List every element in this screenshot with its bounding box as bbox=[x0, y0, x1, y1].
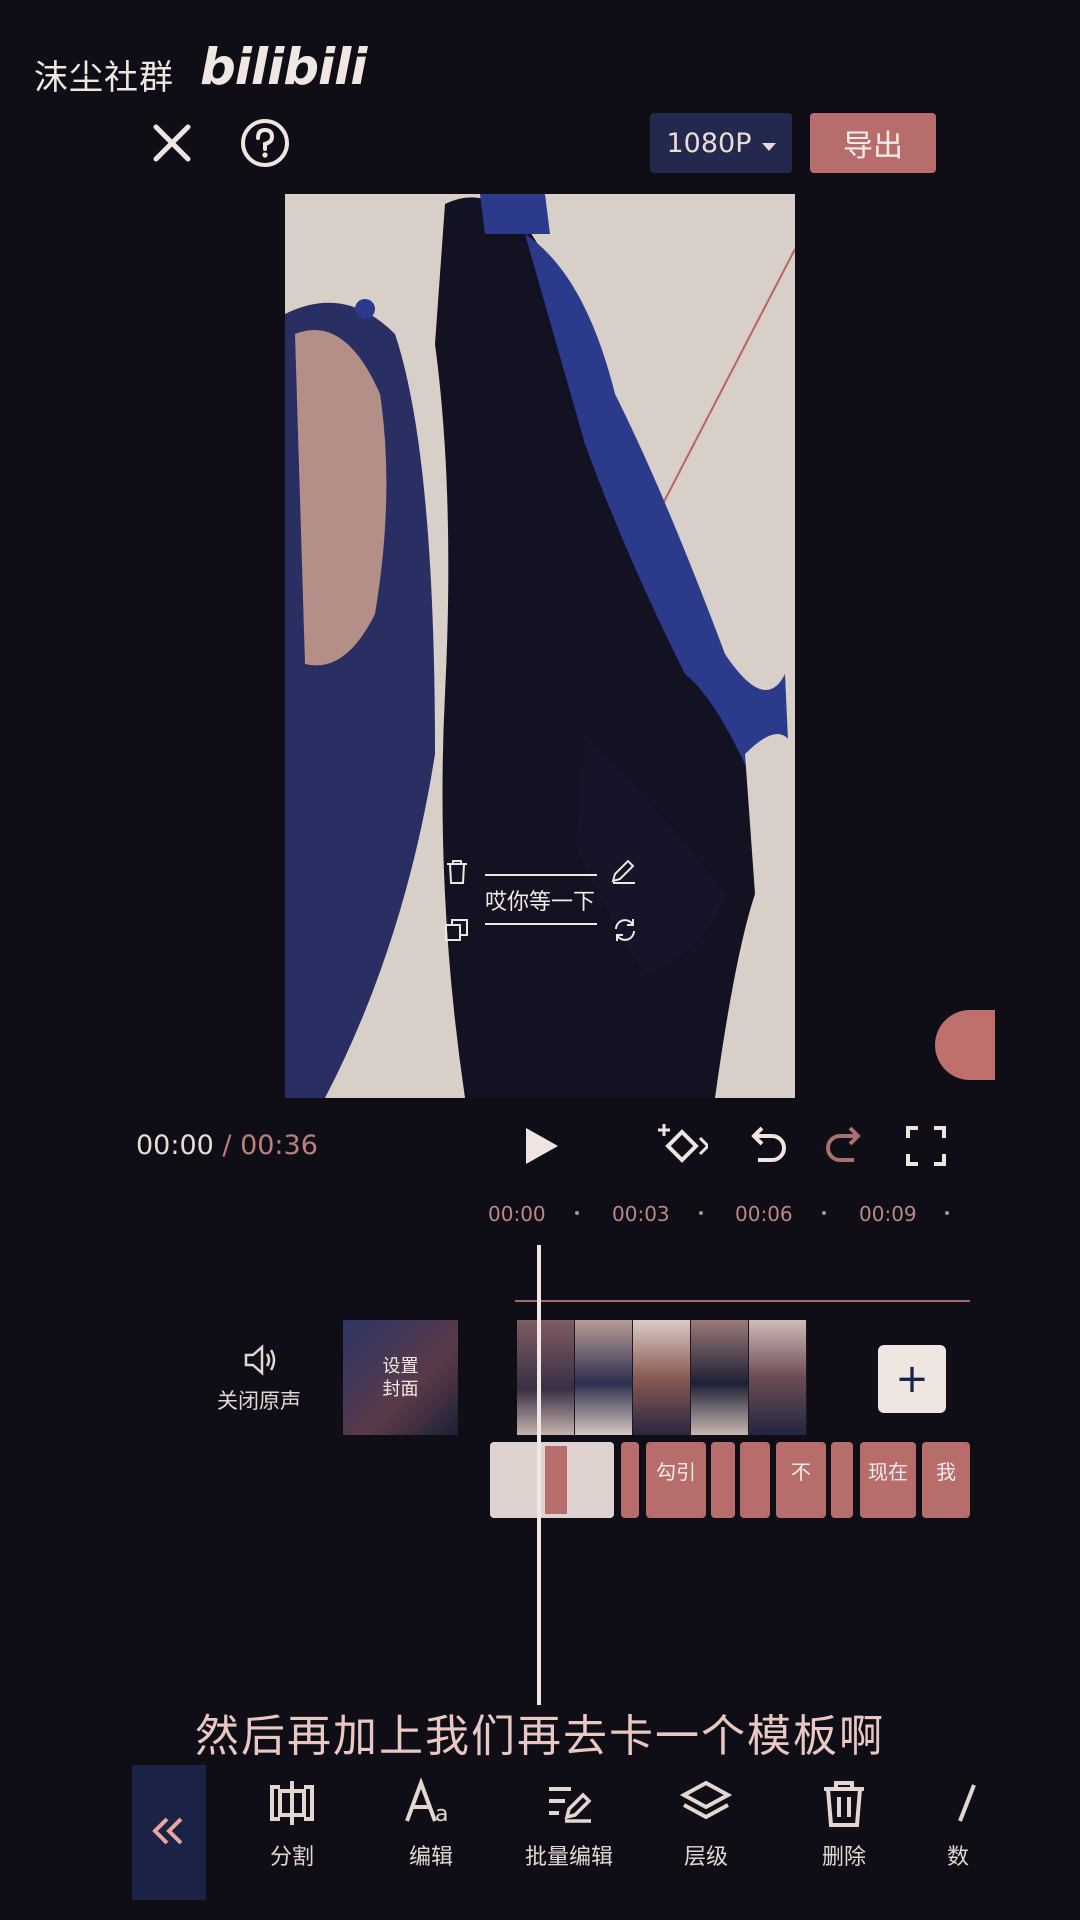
subtitle-segment[interactable]: 不 bbox=[776, 1442, 826, 1518]
toolbar-delete-button[interactable]: 删除 bbox=[789, 1775, 899, 1871]
toolbar-label: 删除 bbox=[821, 1845, 866, 1870]
subtitle-segment[interactable] bbox=[831, 1442, 853, 1518]
bilibili-logo: bilibili bbox=[200, 38, 367, 96]
ruler-tick: 00:06 bbox=[735, 1202, 793, 1226]
edit-text-icon[interactable] bbox=[608, 856, 638, 886]
video-clip[interactable] bbox=[517, 1320, 807, 1435]
toolbar-split-button[interactable]: 分割 bbox=[237, 1775, 347, 1871]
svg-text:a: a bbox=[435, 1802, 448, 1827]
cover-label-line2: 封面 bbox=[382, 1378, 419, 1400]
clip-thumbnail bbox=[633, 1320, 691, 1435]
toolbar-data-button[interactable]: 数 bbox=[938, 1775, 978, 1871]
toolbar-edit-button[interactable]: a 编辑 bbox=[376, 1775, 486, 1871]
cover-label-line1: 设置 bbox=[382, 1355, 419, 1377]
ruler-tick: 00:09 bbox=[859, 1202, 917, 1226]
data-icon bbox=[958, 1784, 976, 1822]
toolbar-label: 批量编辑 bbox=[524, 1845, 613, 1870]
delete-text-icon[interactable] bbox=[444, 858, 470, 886]
subtitle-segment[interactable] bbox=[621, 1442, 639, 1518]
toolbar-label: 层级 bbox=[683, 1845, 728, 1870]
double-chevron-left-icon bbox=[149, 1811, 189, 1855]
ruler-dot bbox=[945, 1211, 949, 1215]
ruler-tick: 00:03 bbox=[612, 1202, 670, 1226]
time-display: 00:00 / 00:36 bbox=[136, 1130, 318, 1161]
playhead[interactable] bbox=[537, 1245, 541, 1705]
split-icon bbox=[270, 1781, 314, 1825]
resolution-dropdown[interactable]: 1080P bbox=[650, 113, 792, 173]
layers-icon bbox=[679, 1780, 733, 1820]
ruler-dot bbox=[575, 1211, 579, 1215]
help-icon[interactable] bbox=[235, 113, 295, 173]
copy-text-icon[interactable] bbox=[443, 916, 471, 944]
chevron-down-icon bbox=[761, 128, 776, 159]
toolbar-label: 分割 bbox=[269, 1845, 314, 1870]
export-button[interactable]: 导出 bbox=[810, 113, 936, 173]
subtitle-segment[interactable]: 勾引 bbox=[646, 1442, 706, 1518]
resolution-label: 1080P bbox=[666, 127, 752, 159]
batch-edit-icon bbox=[549, 1787, 592, 1823]
toolbar-batch-edit-button[interactable]: 批量编辑 bbox=[514, 1775, 624, 1871]
text-box-border-top bbox=[485, 874, 597, 876]
toolbar-layers-button[interactable]: 层级 bbox=[651, 1775, 761, 1871]
clip-thumbnail bbox=[575, 1320, 633, 1435]
overlay-text[interactable]: 哎你等一下 bbox=[470, 884, 610, 916]
subtitle-segment[interactable]: 我 bbox=[922, 1442, 970, 1518]
rotate-text-icon[interactable] bbox=[610, 915, 640, 945]
preview-frame bbox=[285, 194, 795, 1098]
clip-thumbnail bbox=[749, 1320, 807, 1435]
time-separator: / bbox=[213, 1130, 241, 1161]
collapse-toolbar-button[interactable] bbox=[132, 1765, 206, 1900]
keyframe-icon[interactable] bbox=[656, 1120, 711, 1172]
video-caption: 然后再加上我们再去卡一个模板啊 bbox=[195, 1711, 885, 1762]
ruler-tick: 00:00 bbox=[488, 1202, 546, 1226]
trash-icon bbox=[824, 1781, 864, 1827]
subtitle-segment[interactable] bbox=[711, 1442, 735, 1518]
side-drawer-handle[interactable] bbox=[935, 1010, 995, 1080]
redo-icon[interactable] bbox=[820, 1120, 872, 1172]
selected-segment-handle[interactable] bbox=[545, 1446, 567, 1514]
ruler-dot bbox=[822, 1211, 826, 1215]
current-time: 00:00 bbox=[136, 1130, 214, 1161]
video-preview[interactable] bbox=[285, 194, 795, 1098]
mute-original-audio-button[interactable]: 关闭原声 bbox=[214, 1385, 304, 1415]
toolbar-label: 数 bbox=[946, 1845, 969, 1870]
subtitle-segment[interactable] bbox=[740, 1442, 770, 1518]
play-icon[interactable] bbox=[514, 1120, 566, 1172]
close-icon[interactable] bbox=[142, 113, 202, 173]
clip-thumbnail bbox=[691, 1320, 749, 1435]
undo-icon[interactable] bbox=[740, 1120, 792, 1172]
add-clip-button[interactable]: + bbox=[878, 1345, 946, 1413]
audio-track-line bbox=[515, 1300, 970, 1302]
fullscreen-icon[interactable] bbox=[900, 1120, 952, 1172]
toolbar-label: 编辑 bbox=[408, 1845, 453, 1870]
clip-thumbnail bbox=[517, 1320, 575, 1435]
subtitle-segment[interactable]: 现在 bbox=[860, 1442, 916, 1518]
text-edit-icon: a bbox=[405, 1777, 448, 1827]
ruler-dot bbox=[699, 1211, 703, 1215]
text-box-border-bottom bbox=[485, 923, 597, 925]
speaker-icon[interactable] bbox=[238, 1340, 282, 1380]
watermark-text: 沫尘社群 bbox=[34, 58, 174, 98]
set-cover-button[interactable]: 设置 封面 bbox=[343, 1320, 458, 1435]
total-time: 00:36 bbox=[240, 1130, 318, 1161]
